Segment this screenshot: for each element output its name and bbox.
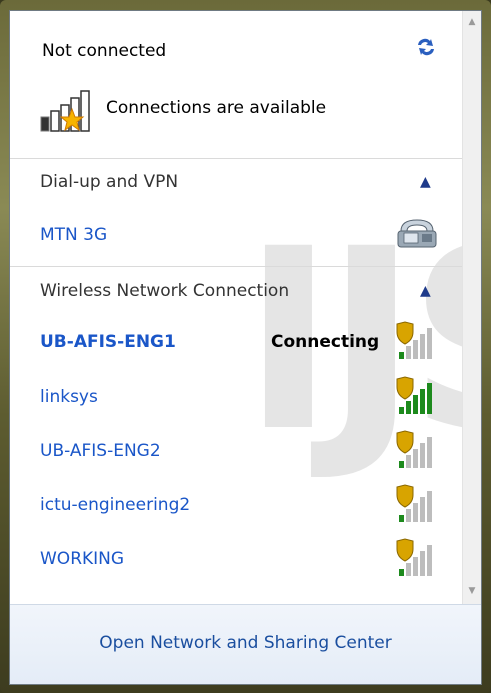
connecting-status: Connecting xyxy=(271,332,380,352)
scroll-up-icon[interactable]: ▲ xyxy=(463,17,481,33)
chevron-up-icon[interactable]: ▲ xyxy=(420,174,431,190)
window-frame: IJS Not connected Connections are availa… xyxy=(0,0,491,693)
scrollbar[interactable]: ▲ ▼ xyxy=(462,11,481,604)
section-title-dialup: Dial-up and VPN xyxy=(40,172,179,192)
connection-status-title: Not connected xyxy=(42,41,167,61)
network-item-ictu-engineering2[interactable]: ictu-engineering2 xyxy=(40,495,190,515)
network-flyout-panel: IJS Not connected Connections are availa… xyxy=(9,10,482,685)
signal-star-icon xyxy=(40,90,90,132)
footer-bar: Open Network and Sharing Center xyxy=(10,604,481,684)
network-item-mtn-3g[interactable]: MTN 3G xyxy=(40,225,107,245)
scroll-down-icon[interactable]: ▼ xyxy=(463,586,481,602)
network-item-working[interactable]: WORKING xyxy=(40,549,124,569)
open-network-sharing-center-link[interactable]: Open Network and Sharing Center xyxy=(10,633,481,653)
wifi-signal-shield-icon xyxy=(396,376,432,414)
connections-available-text: Connections are available xyxy=(106,98,327,118)
wifi-signal-shield-icon xyxy=(396,484,432,522)
chevron-up-icon[interactable]: ▲ xyxy=(420,283,431,299)
divider xyxy=(10,158,462,159)
wifi-signal-shield-icon xyxy=(396,430,432,468)
network-item-linksys[interactable]: linksys xyxy=(40,387,98,407)
wifi-signal-shield-icon xyxy=(396,321,432,359)
divider xyxy=(10,266,462,267)
phone-modem-icon xyxy=(397,219,437,248)
network-item-ub-afis-eng1[interactable]: UB-AFIS-ENG1 xyxy=(40,332,176,352)
section-title-wireless: Wireless Network Connection xyxy=(40,281,290,301)
network-item-ub-afis-eng2[interactable]: UB-AFIS-ENG2 xyxy=(40,441,161,461)
wifi-signal-shield-icon xyxy=(396,538,432,576)
refresh-icon[interactable] xyxy=(414,35,438,59)
